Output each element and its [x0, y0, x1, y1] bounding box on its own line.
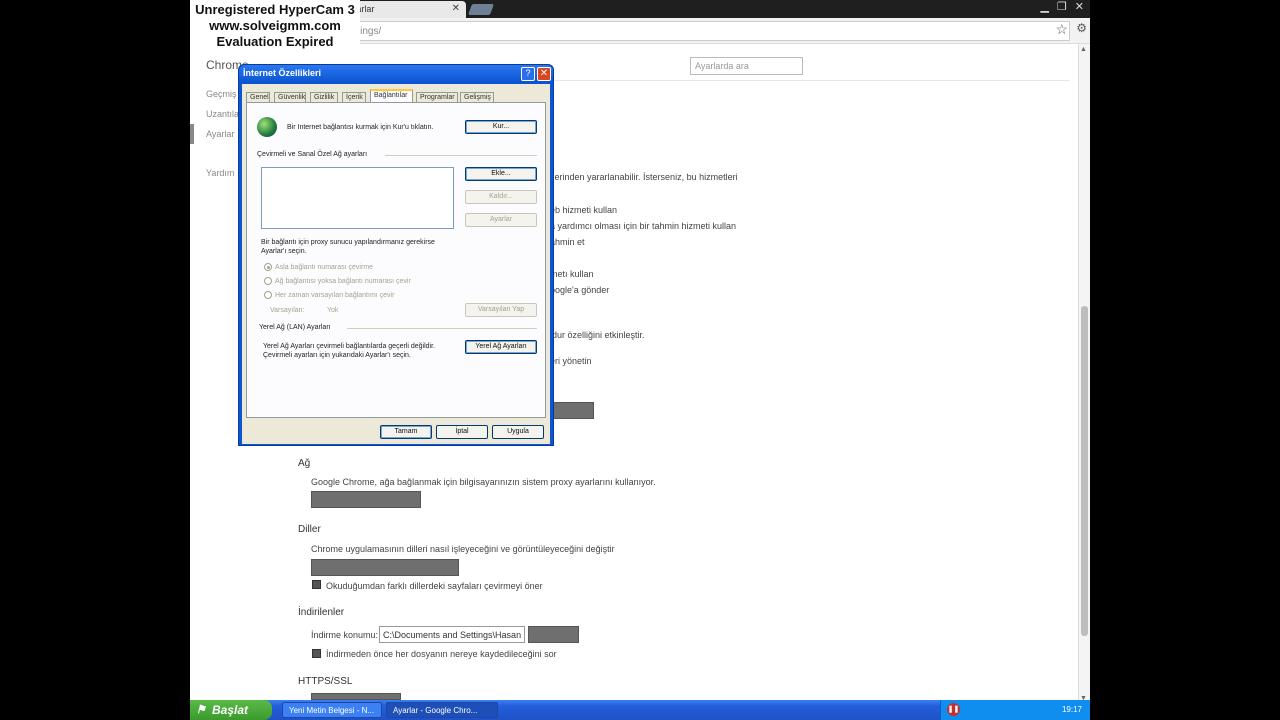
- dialog-titlebar[interactable]: İnternet Özellikleri ? ✕: [239, 65, 553, 83]
- nav-active-indicator: [190, 124, 194, 144]
- lan-group-label: Yerel Ağ (LAN) Ayarları: [259, 324, 331, 331]
- add-button[interactable]: Ekle...: [465, 167, 537, 181]
- help-icon[interactable]: ?: [521, 67, 535, 81]
- downloads-section-title: İndirilenler: [298, 607, 345, 618]
- header-divider: [550, 80, 1070, 81]
- nav-item-history[interactable]: Geçmiş: [206, 89, 237, 99]
- watermark-line1: Unregistered HyperCam 3: [195, 2, 355, 17]
- page-scrollbar[interactable]: ▲ ▼: [1078, 44, 1090, 704]
- manage-certificates-button[interactable]: [311, 693, 401, 700]
- nav-item-settings[interactable]: Ayarlar: [206, 129, 234, 139]
- change-location-button[interactable]: [528, 626, 579, 643]
- privacy-button[interactable]: [550, 402, 594, 419]
- apply-button[interactable]: Uygula: [492, 425, 544, 439]
- window-controls: ▁ ❐ ✕: [1040, 0, 1084, 13]
- languages-section-title: Diller: [298, 524, 321, 535]
- tab-close-icon[interactable]: ✕: [452, 3, 460, 14]
- privacy-option: a yardımcı olması için bir tahmin hizmet…: [550, 221, 737, 231]
- language-settings-button[interactable]: [311, 559, 459, 576]
- lan-settings-button[interactable]: Yerel Ağ Ayarları: [465, 340, 537, 354]
- taskbar-item-chrome[interactable]: Ayarlar - Google Chro...: [386, 702, 498, 718]
- radio-never-dial-label: Asla bağlantı numarası çevirme: [275, 264, 374, 271]
- privacy-text: tlerinden yararlanabilir. İsterseniz, bu…: [550, 172, 738, 182]
- bookmark-star-icon[interactable]: ☆: [1055, 21, 1068, 38]
- proxy-hint-line1: Bir bağlantı için proxy sunucu yapılandı…: [261, 239, 435, 246]
- connection-settings-button[interactable]: Ayarlar: [465, 213, 537, 227]
- setup-button[interactable]: Kur...: [465, 120, 537, 134]
- start-button[interactable]: ⚑ Başlat: [190, 700, 272, 720]
- cancel-button[interactable]: İptal: [436, 425, 488, 439]
- scroll-thumb[interactable]: [1081, 306, 1088, 636]
- ask-location-checkbox[interactable]: [312, 649, 321, 658]
- download-location-label: İndirme konumu:: [311, 630, 379, 640]
- windows-logo-icon: ⚑: [196, 704, 206, 716]
- tray-clock: 19:17: [1061, 705, 1082, 714]
- languages-description: Chrome uygulamasının dilleri nasıl işley…: [311, 544, 615, 554]
- translate-checkbox[interactable]: [312, 580, 321, 589]
- setup-text: Bir Internet bağlantısı kurmak için Kur'…: [287, 124, 434, 131]
- dialup-group-label: Çevirmeli ve Sanal Özel Ağ ayarları: [257, 151, 368, 158]
- dialog-body: Genel Güvenlik Gizlilik İçerik Bağlantıl…: [242, 84, 550, 444]
- privacy-option: ldur özelliğini etkinleştir.: [550, 330, 645, 340]
- start-label: Başlat: [212, 703, 249, 717]
- nav-item-extensions[interactable]: Uzantılar: [206, 109, 242, 119]
- dialog-title: İnternet Özellikleri: [243, 68, 322, 78]
- group-divider: [347, 328, 537, 329]
- nav-item-help[interactable]: Yardım: [206, 168, 234, 178]
- default-value: Yok: [327, 307, 339, 314]
- default-label: Varsayılan:: [270, 307, 305, 314]
- close-icon[interactable]: ✕: [537, 67, 551, 81]
- dialog-button-row: Tamam İptal Uygula: [242, 420, 550, 444]
- new-tab-button[interactable]: [467, 4, 495, 15]
- download-location-field[interactable]: C:\Documents and Settings\Hasan B: [379, 626, 525, 643]
- watermark-line2: www.solveigmm.com: [209, 18, 341, 33]
- change-proxy-button[interactable]: [311, 491, 421, 508]
- connections-panel: Bir Internet bağlantısı kurmak için Kur'…: [246, 102, 546, 418]
- ok-button[interactable]: Tamam: [380, 425, 432, 439]
- system-tray: ❚❚ 19:17: [940, 700, 1090, 720]
- record-pause-icon[interactable]: ❚❚: [947, 703, 960, 716]
- proxy-hint-line2: Ayarlar'ı seçin.: [261, 248, 307, 255]
- wrench-menu-icon[interactable]: ⚙: [1076, 21, 1087, 35]
- set-default-button[interactable]: Varsayılan Yap: [465, 303, 537, 317]
- internet-properties-dialog: İnternet Özellikleri ? ✕ Genel Güvenlik …: [238, 64, 554, 446]
- address-bar[interactable]: ettings/: [340, 21, 1070, 41]
- settings-search-input[interactable]: Ayarlarda ara: [690, 57, 803, 75]
- lan-text-line1: Yerel Ağ Ayarları çevirmeli bağlantılard…: [263, 343, 435, 350]
- https-section-title: HTTPS/SSL: [298, 676, 353, 687]
- privacy-option: oogle'a gönder: [550, 285, 610, 295]
- ask-location-label: İndirmeden önce her dosyanın nereye kayd…: [326, 649, 557, 659]
- privacy-option: metı kullan: [550, 269, 594, 279]
- connections-list[interactable]: [261, 167, 454, 229]
- radio-dial-no-network-label: Ağ bağlantısı yoksa bağlantı numarası çe…: [275, 278, 411, 285]
- network-section-title: Ağ: [298, 458, 311, 469]
- network-description: Google Chrome, ağa bağlanmak için bilgis…: [311, 477, 656, 487]
- privacy-option: eb hizmeti kullan: [550, 205, 618, 215]
- translate-checkbox-label: Okuduğumdan farklı dillerdeki sayfaları …: [326, 581, 543, 591]
- radio-always-dial[interactable]: [264, 291, 272, 299]
- screen: Ayarlar ✕ ▁ ❐ ✕ ettings/ ☆ ⚙ Chrome Geçm…: [190, 0, 1090, 720]
- group-divider: [385, 155, 537, 156]
- taskbar: ⚑ Başlat Yeni Metin Belgesi - N... Ayarl…: [190, 700, 1090, 720]
- lan-text-line2: Çevirmeli ayarları için yukarıdaki Ayarl…: [263, 352, 411, 359]
- remove-button[interactable]: Kaldır...: [465, 190, 537, 204]
- radio-never-dial[interactable]: [264, 263, 272, 271]
- privacy-option: eri yönetin: [550, 356, 592, 366]
- privacy-option: ahmin et: [550, 237, 585, 247]
- recording-watermark: Unregistered HyperCam 3 www.solveigmm.co…: [190, 0, 360, 52]
- radio-always-dial-label: Her zaman varsayılan bağlantımı çevir: [275, 292, 395, 299]
- scroll-up-icon[interactable]: ▲: [1080, 46, 1087, 53]
- maximize-icon[interactable]: ❐: [1057, 0, 1067, 13]
- watermark-line3: Evaluation Expired: [216, 34, 334, 49]
- taskbar-item-notepad[interactable]: Yeni Metin Belgesi - N...: [282, 702, 382, 718]
- minimize-icon[interactable]: ▁: [1040, 0, 1048, 13]
- close-window-icon[interactable]: ✕: [1075, 0, 1084, 13]
- globe-icon: [257, 117, 277, 137]
- radio-dial-no-network[interactable]: [264, 277, 272, 285]
